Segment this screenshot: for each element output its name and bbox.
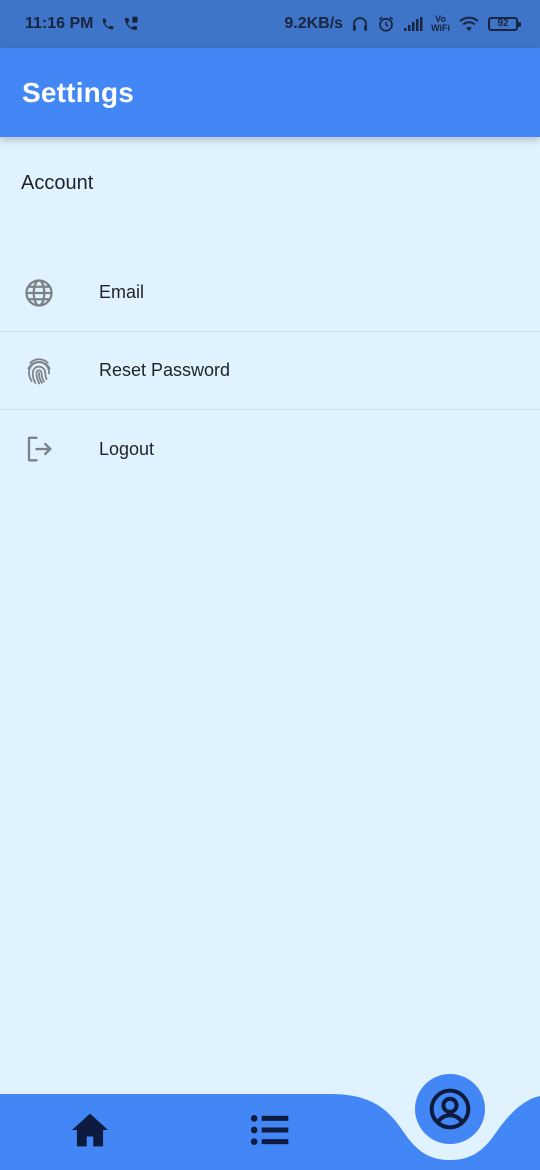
nav-account-button[interactable] [415, 1074, 485, 1144]
list-icon [250, 1115, 289, 1145]
nav-list-button[interactable] [248, 1110, 292, 1150]
battery-icon: 92 [488, 17, 521, 31]
wifi-icon [458, 16, 480, 32]
volte-indicator: Vo WiFi [431, 14, 450, 33]
settings-item-email[interactable]: Email [0, 254, 540, 332]
alarm-icon [377, 15, 395, 33]
phone-icon [101, 17, 115, 31]
settings-item-logout[interactable]: Logout [0, 410, 540, 488]
network-speed: 9.2KB/s [284, 15, 344, 32]
settings-item-label: Reset Password [99, 360, 231, 380]
bottom-navigation [0, 1074, 540, 1170]
settings-item-label: Email [99, 282, 145, 302]
logout-icon [21, 431, 57, 467]
nav-home-button[interactable] [68, 1110, 112, 1150]
home-icon [72, 1113, 108, 1147]
globe-icon [21, 275, 57, 311]
status-bar: 11:16 PM 9.2KB/s Vo WiFi 92 [0, 0, 540, 48]
battery-level: 92 [497, 18, 509, 29]
headphones-icon [351, 15, 369, 33]
settings-list: Email Reset Password Logout [0, 254, 540, 488]
fingerprint-icon [21, 353, 57, 389]
settings-item-reset-password[interactable]: Reset Password [0, 332, 540, 410]
call-forward-icon [123, 16, 139, 32]
app-bar: Settings [0, 48, 540, 137]
section-title-account: Account [21, 172, 94, 194]
status-time: 11:16 PM [25, 15, 94, 32]
account-circle-icon [429, 1088, 471, 1130]
page-title: Settings [22, 76, 135, 108]
settings-item-label: Logout [99, 438, 155, 459]
signal-icon [403, 17, 423, 31]
